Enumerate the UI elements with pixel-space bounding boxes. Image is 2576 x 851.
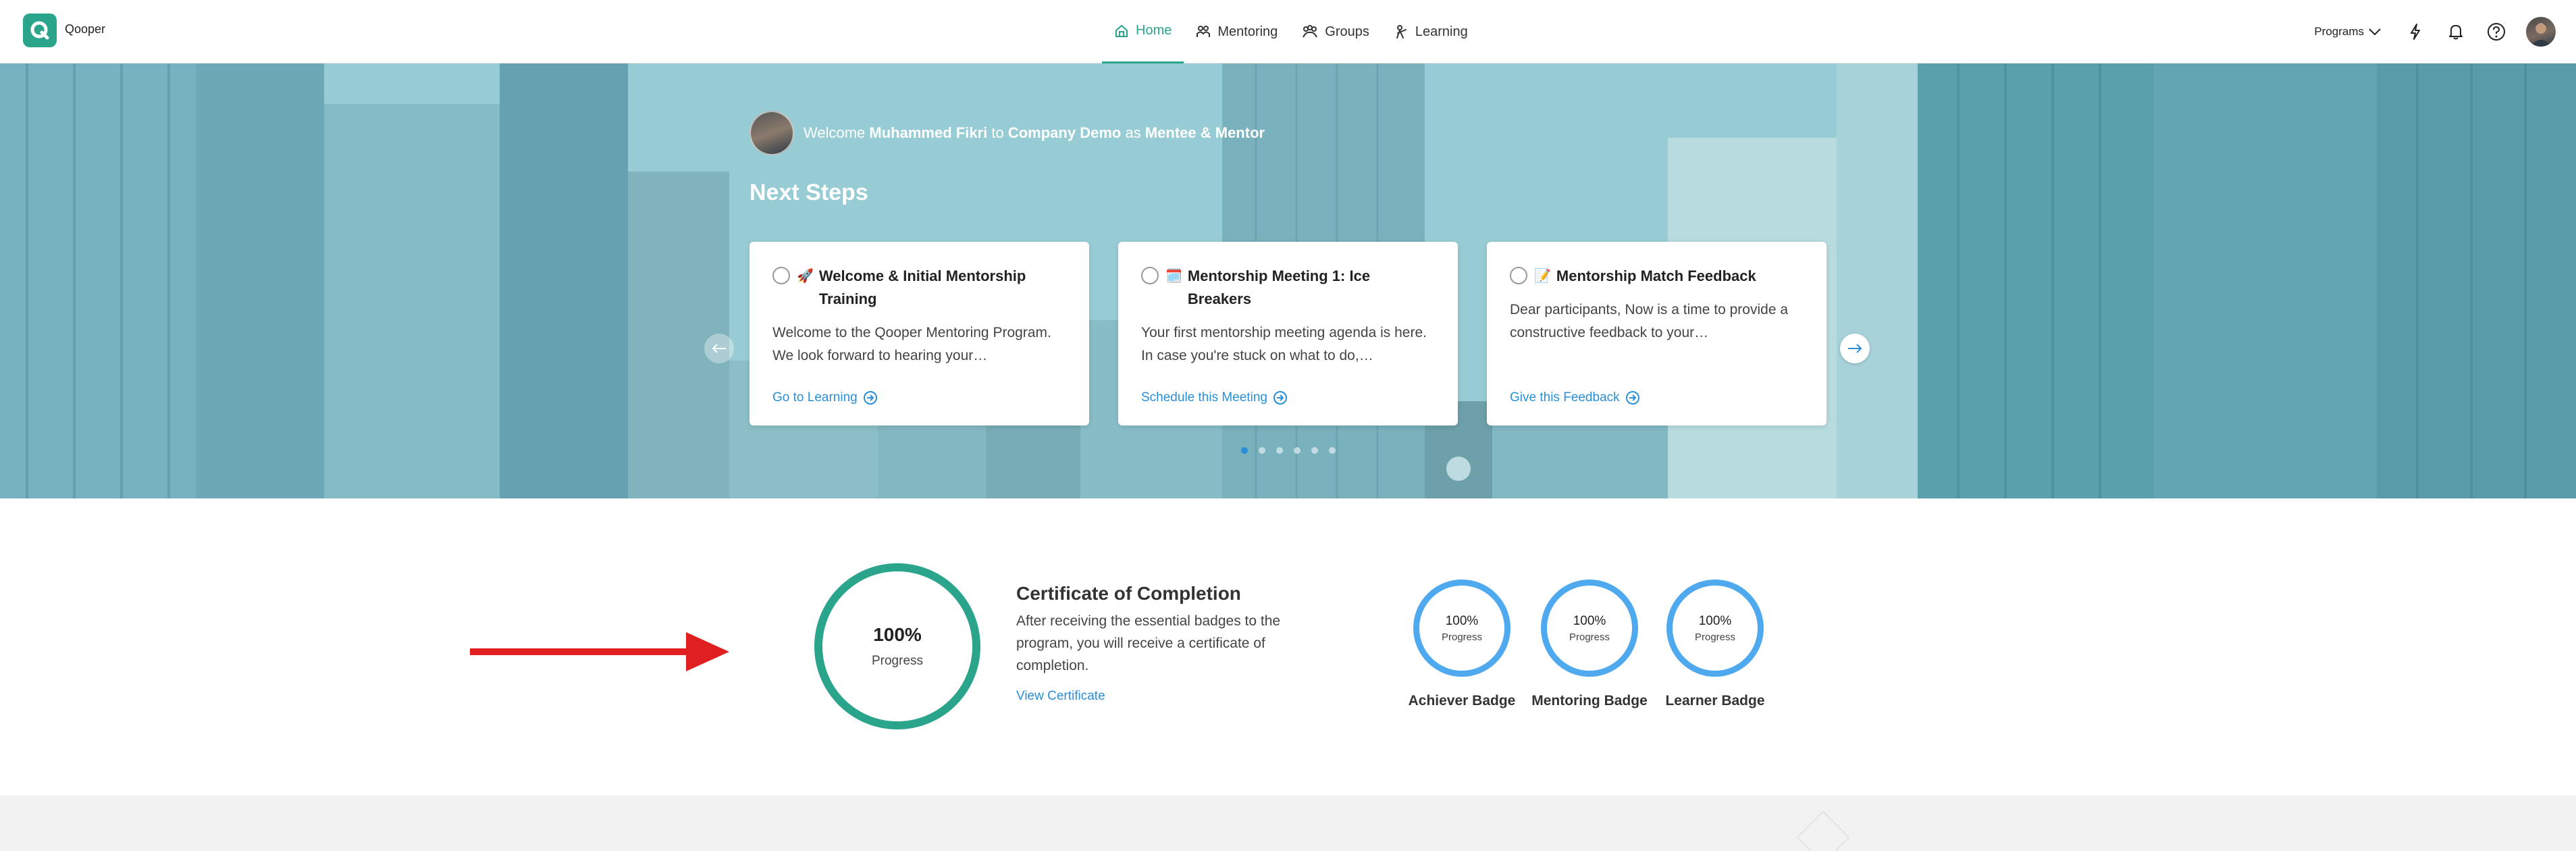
badge-progress-ring[interactable]: 100% Progress bbox=[1413, 579, 1510, 677]
rocket-icon: 🚀 bbox=[797, 269, 814, 284]
card-description: Dear participants, Now is a time to prov… bbox=[1510, 302, 1789, 340]
welcome-to: to bbox=[991, 124, 1004, 141]
card-description: Welcome to the Qooper Mentoring Program.… bbox=[772, 325, 1051, 363]
step-checkbox[interactable] bbox=[1141, 267, 1159, 284]
carousel-dot[interactable] bbox=[1276, 447, 1283, 454]
card-title: Mentorship Match Feedback bbox=[1556, 267, 1756, 284]
mentoring-badge: 100% Progress Mentoring Badge bbox=[1531, 579, 1648, 709]
arrow-left-icon bbox=[712, 344, 726, 353]
nav-groups[interactable]: Groups bbox=[1290, 0, 1382, 63]
card-link-label: Schedule this Meeting bbox=[1141, 390, 1267, 405]
badge-progress-value: 100% bbox=[1573, 613, 1606, 628]
arrow-circle-right-icon bbox=[1625, 391, 1639, 405]
annotation-arrow-icon bbox=[470, 632, 729, 671]
carousel-dot[interactable] bbox=[1294, 447, 1300, 454]
nav-learning-label: Learning bbox=[1415, 24, 1468, 39]
certificate-panel: Certificate of Completion After receivin… bbox=[1016, 583, 1300, 704]
badge-name: Mentoring Badge bbox=[1531, 693, 1648, 708]
right-toolbar: Programs bbox=[2314, 0, 2556, 63]
card-title: Mentorship Meeting 1: Ice Breakers bbox=[1187, 267, 1371, 307]
badge-progress-ring[interactable]: 100% Progress bbox=[1541, 579, 1638, 677]
carousel-next-button[interactable] bbox=[1840, 334, 1870, 363]
overall-progress-value: 100% bbox=[873, 624, 922, 645]
next-step-card-3[interactable]: 📝 Mentorship Match Feedback Dear partici… bbox=[1487, 242, 1826, 426]
card-link-label: Give this Feedback bbox=[1510, 390, 1620, 405]
achiever-badge: 100% Progress Achiever Badge bbox=[1408, 579, 1516, 709]
badge-progress-label: Progress bbox=[1694, 631, 1736, 643]
hero-banner: Welcome Muhammed Fikri to Company Demo a… bbox=[0, 63, 2576, 498]
carousel-pagination bbox=[1241, 447, 1346, 454]
welcome-user-name: Muhammed Fikri bbox=[869, 124, 988, 141]
go-to-learning-link[interactable]: Go to Learning bbox=[772, 390, 878, 405]
give-feedback-link[interactable]: Give this Feedback bbox=[1510, 390, 1640, 405]
next-step-card-2[interactable]: 🗓️ Mentorship Meeting 1: Ice Breakers Yo… bbox=[1118, 242, 1458, 426]
help-icon[interactable] bbox=[2486, 21, 2507, 43]
step-checkbox[interactable] bbox=[1510, 267, 1527, 284]
main-nav: Home Mentoring Groups Learning bbox=[1102, 0, 1480, 63]
groups-icon bbox=[1303, 25, 1318, 38]
welcome-avatar bbox=[750, 111, 794, 155]
app-name: Qooper bbox=[65, 22, 106, 36]
schedule-meeting-link[interactable]: Schedule this Meeting bbox=[1141, 390, 1288, 405]
carousel-dot[interactable] bbox=[1259, 447, 1265, 454]
nav-learning[interactable]: Learning bbox=[1382, 0, 1480, 63]
top-navbar: Qooper Home Mentoring Groups Learning Pr… bbox=[0, 0, 2576, 63]
card-link-label: Go to Learning bbox=[772, 390, 858, 405]
badge-name: Achiever Badge bbox=[1408, 693, 1516, 708]
nav-groups-label: Groups bbox=[1325, 24, 1369, 39]
overall-progress-ring: 100% Progress bbox=[814, 563, 980, 729]
card-title: Welcome & Initial Mentorship Training bbox=[818, 267, 1026, 307]
programs-dropdown[interactable]: Programs bbox=[2314, 25, 2382, 38]
arrow-circle-right-icon bbox=[863, 391, 877, 405]
learner-badge: 100% Progress Learner Badge bbox=[1661, 579, 1769, 709]
learning-icon bbox=[1396, 25, 1407, 38]
overall-progress-label: Progress bbox=[871, 654, 924, 668]
lightning-icon[interactable] bbox=[2404, 21, 2426, 43]
welcome-message: Welcome Muhammed Fikri to Company Demo a… bbox=[750, 111, 1265, 155]
next-steps-title: Next Steps bbox=[750, 180, 868, 205]
next-step-card-1[interactable]: 🚀 Welcome & Initial Mentorship Training … bbox=[750, 242, 1089, 426]
programs-label: Programs bbox=[2314, 25, 2364, 38]
welcome-role: Mentee & Mentor bbox=[1145, 124, 1265, 141]
user-avatar[interactable] bbox=[2526, 17, 2556, 47]
certificate-title: Certificate of Completion bbox=[1016, 583, 1241, 604]
badge-progress-label: Progress bbox=[1569, 631, 1610, 643]
chevron-down-icon bbox=[2369, 28, 2381, 36]
mentoring-icon bbox=[1197, 26, 1211, 37]
badge-progress-value: 100% bbox=[1445, 613, 1479, 628]
badge-progress-ring[interactable]: 100% Progress bbox=[1666, 579, 1764, 677]
badge-progress-value: 100% bbox=[1698, 613, 1732, 628]
view-certificate-link[interactable]: View Certificate bbox=[1016, 689, 1105, 704]
nav-mentoring[interactable]: Mentoring bbox=[1184, 0, 1290, 63]
welcome-prefix: Welcome bbox=[804, 124, 866, 141]
home-icon bbox=[1115, 24, 1128, 37]
carousel-dot[interactable] bbox=[1241, 447, 1248, 454]
arrow-circle-right-icon bbox=[1273, 391, 1287, 405]
arrow-right-icon bbox=[1848, 344, 1862, 353]
badge-progress-label: Progress bbox=[1441, 631, 1483, 643]
memo-icon: 📝 bbox=[1534, 269, 1551, 284]
welcome-as: as bbox=[1125, 124, 1141, 141]
welcome-company: Company Demo bbox=[1007, 124, 1122, 141]
calendar-icon: 🗓️ bbox=[1165, 269, 1182, 284]
carousel-prev-button[interactable] bbox=[704, 334, 734, 363]
certificate-description: After receiving the essential badges to … bbox=[1016, 613, 1281, 673]
footer-section bbox=[0, 796, 2576, 851]
step-checkbox[interactable] bbox=[772, 267, 790, 284]
bell-icon[interactable] bbox=[2445, 21, 2467, 43]
nav-mentoring-label: Mentoring bbox=[1217, 24, 1278, 39]
carousel-dot[interactable] bbox=[1311, 447, 1318, 454]
carousel-dot[interactable] bbox=[1329, 447, 1336, 454]
nav-home-label: Home bbox=[1136, 23, 1172, 38]
badge-name: Learner Badge bbox=[1665, 693, 1765, 708]
card-description: Your first mentorship meeting agenda is … bbox=[1141, 325, 1427, 363]
qooper-logo-icon[interactable] bbox=[23, 14, 57, 47]
nav-home[interactable]: Home bbox=[1102, 0, 1184, 63]
